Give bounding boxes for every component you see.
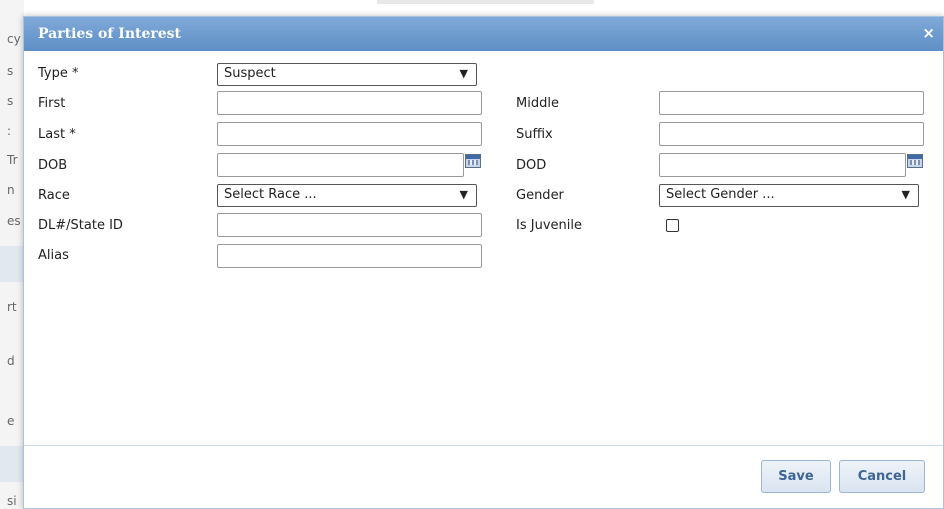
dod-label: DOD [516,158,547,173]
background-text: es [7,214,21,228]
background-text: n [7,183,15,197]
dod-field[interactable] [659,153,906,177]
type-select[interactable]: Suspect ▼ [217,63,477,86]
dialog-titlebar[interactable]: Parties of Interest × [24,17,943,51]
middle-label: Middle [516,96,559,111]
race-label: Race [38,188,70,203]
chevron-down-icon: ▼ [459,188,468,201]
footer-divider [24,445,943,446]
is-juvenile-label: Is Juvenile [516,218,582,233]
dl-state-id-field[interactable] [217,213,482,237]
dl-state-id-label: DL#/State ID [38,218,123,233]
dob-field[interactable] [217,153,464,177]
background-text: e [7,414,15,428]
calendar-icon[interactable] [465,154,481,168]
alias-field[interactable] [217,244,482,268]
gender-select[interactable]: Select Gender ... ▼ [659,184,919,207]
parties-of-interest-dialog: Parties of Interest × Type * Suspect ▼ F… [23,16,944,509]
last-label: Last * [38,127,76,142]
is-juvenile-checkbox[interactable] [666,219,679,232]
type-label: Type * [38,66,79,81]
background-text: s [7,64,14,78]
chevron-down-icon: ▼ [901,188,910,201]
chevron-down-icon: ▼ [459,67,468,80]
suffix-label: Suffix [516,127,553,142]
background-panel [0,246,24,282]
background-panel [0,446,24,482]
background-text: cy [7,32,21,46]
race-select[interactable]: Select Race ... ▼ [217,184,477,207]
gender-label: Gender [516,188,564,203]
type-select-value: Suspect [224,66,276,81]
background-page: cy s s : Tr n es rt d e si [0,0,24,509]
first-label: First [38,96,66,111]
first-name-field[interactable] [217,91,482,115]
calendar-icon[interactable] [907,154,923,168]
background-text: rt [7,300,17,314]
race-select-value: Select Race ... [224,187,317,202]
save-button[interactable]: Save [761,460,831,493]
background-bar [377,0,594,4]
suffix-field[interactable] [659,122,924,146]
close-icon[interactable]: × [922,24,935,42]
background-text: d [7,354,15,368]
background-text: si [7,494,17,508]
middle-name-field[interactable] [659,91,924,115]
gender-select-value: Select Gender ... [666,187,775,202]
last-name-field[interactable] [217,122,482,146]
background-text: : [7,124,12,138]
background-text: s [7,94,14,108]
dialog-title: Parties of Interest [38,26,182,42]
alias-label: Alias [38,248,69,263]
cancel-button[interactable]: Cancel [839,460,925,493]
dob-label: DOB [38,158,68,173]
background-text: Tr [7,153,18,167]
